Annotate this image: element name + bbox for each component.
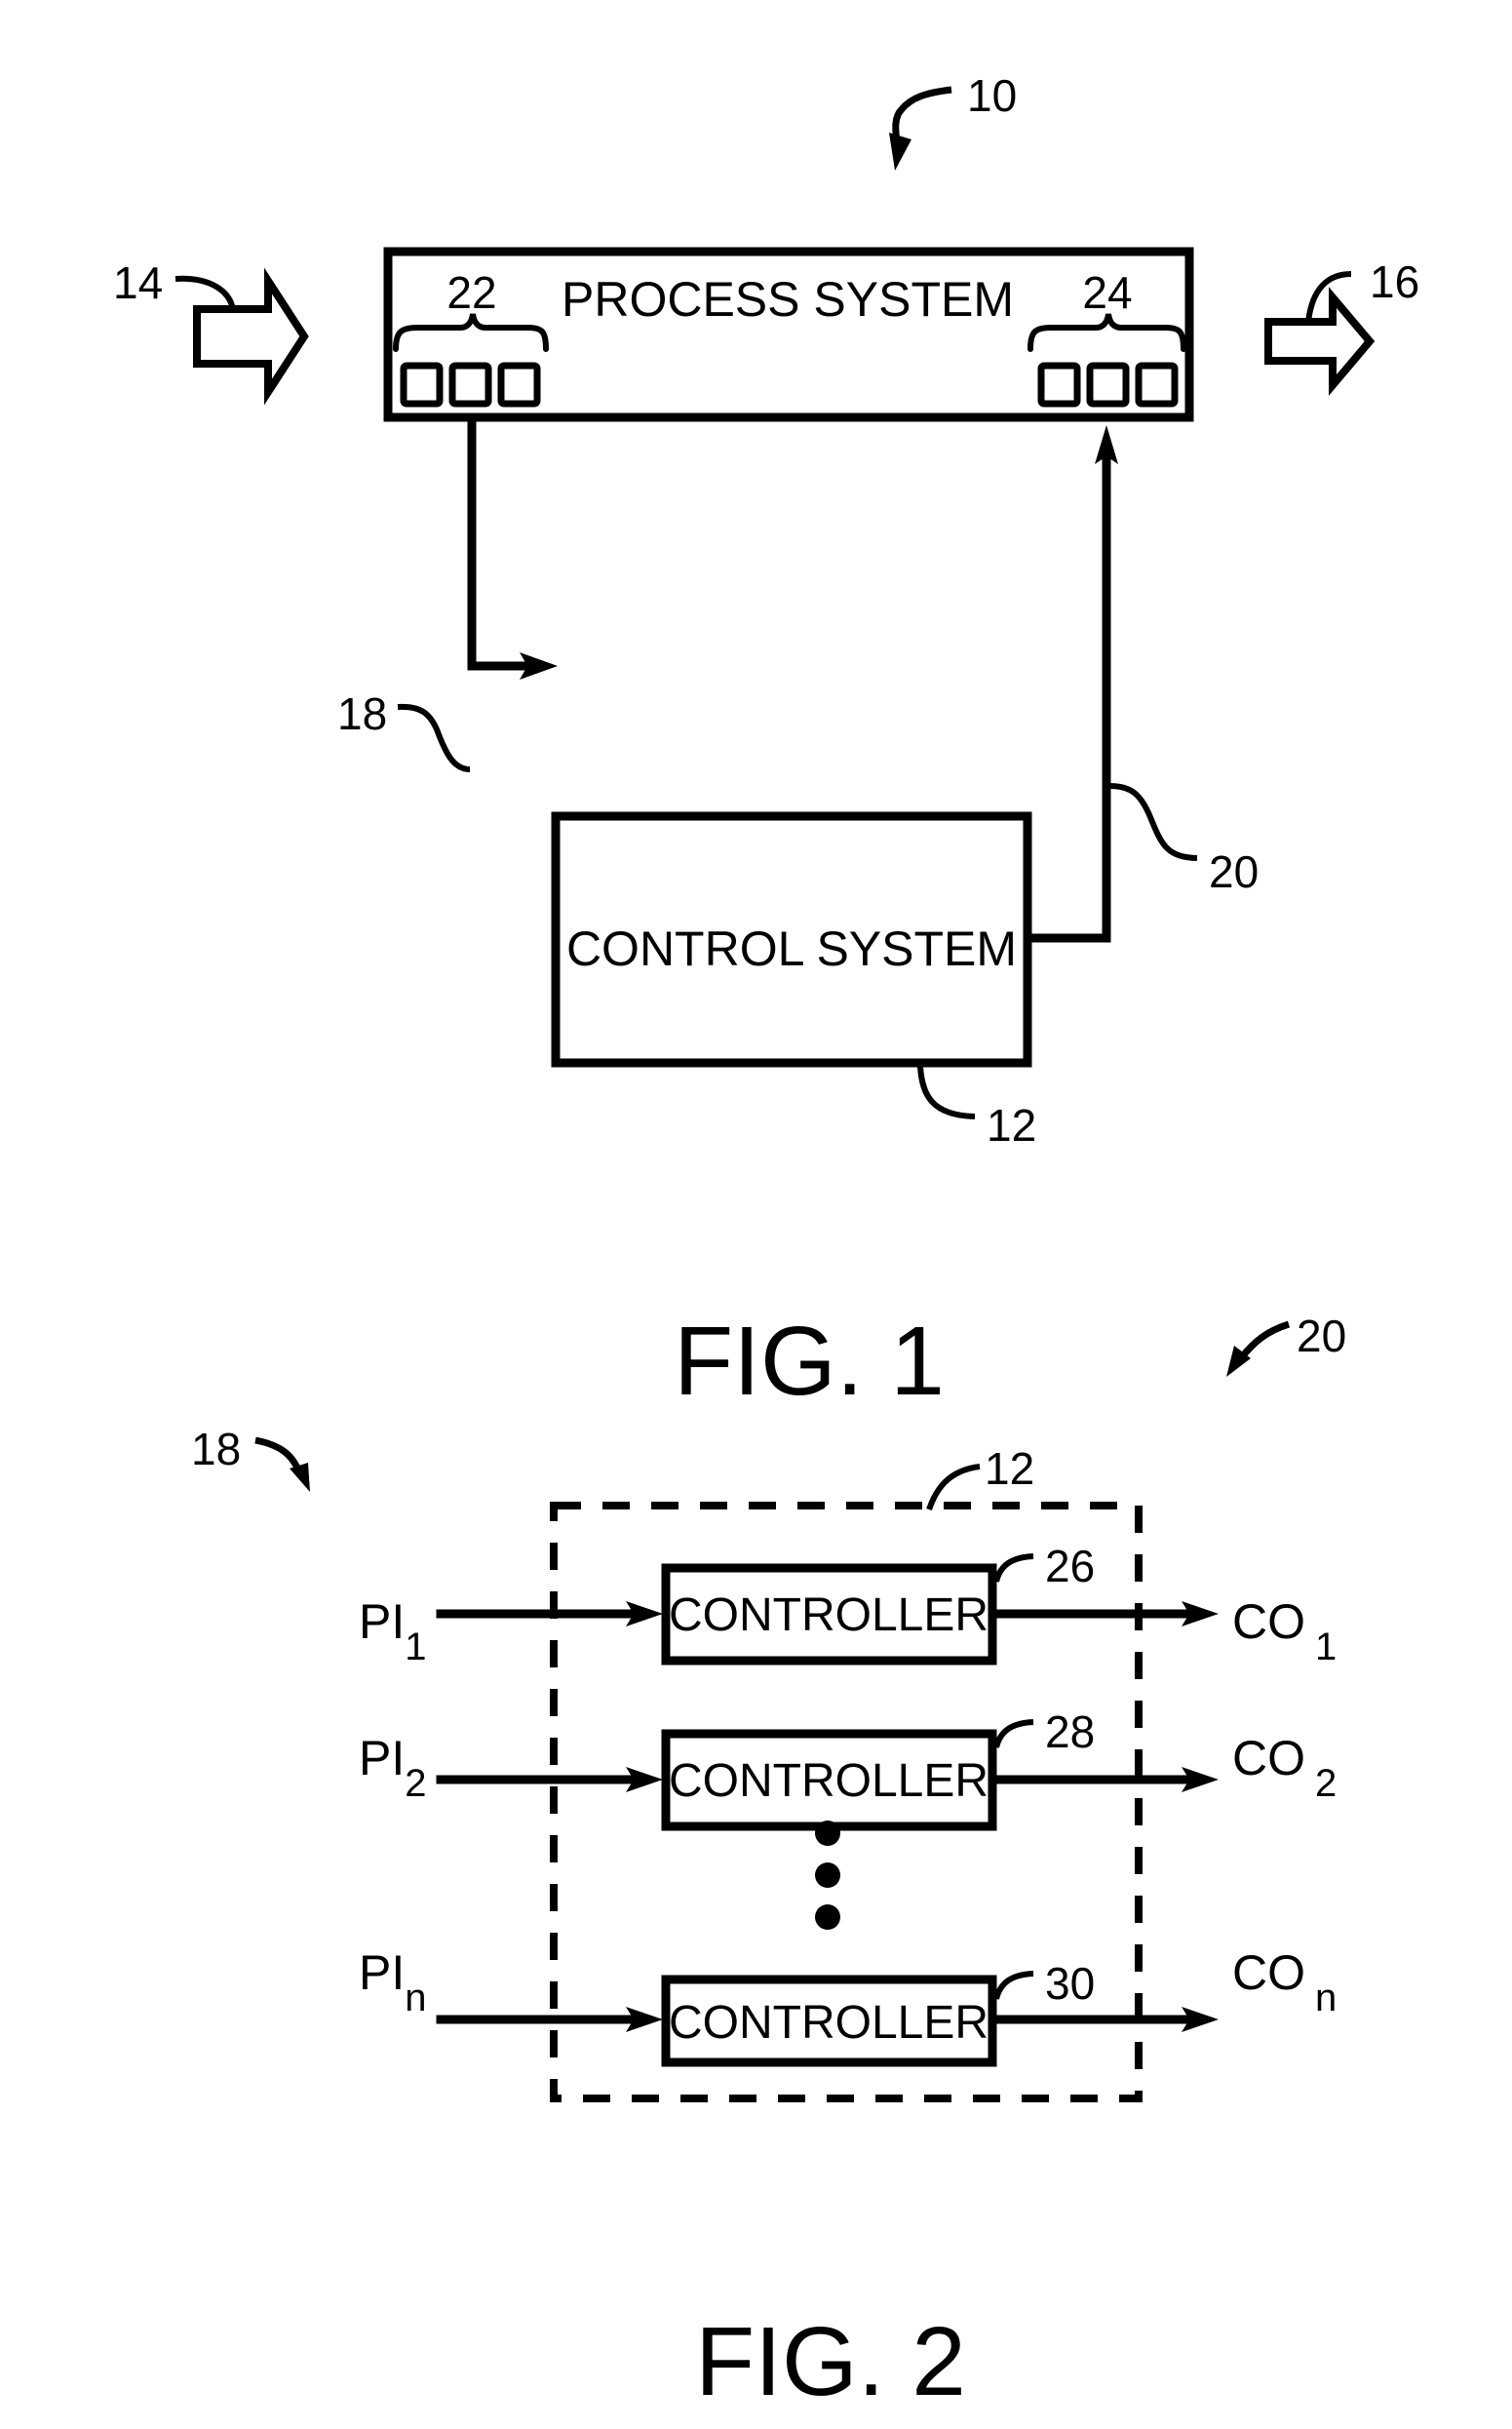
ref-number-18: 18	[191, 1424, 241, 1474]
actuator-square-icon	[1086, 362, 1130, 408]
sensor-square-icon	[448, 362, 492, 408]
input-subscript: n	[405, 1977, 426, 2019]
process-input-label: PI1	[359, 1594, 427, 1668]
input-name: PI	[359, 1731, 405, 1785]
controller-label: CONTROLLER	[669, 1997, 989, 2049]
ref-number-26: 26	[1045, 1541, 1095, 1591]
input-flow-arrow: 14	[113, 257, 309, 406]
ref-20-indicator: 20	[1226, 1311, 1346, 1377]
process-input-label: PI2	[359, 1731, 427, 1805]
controller-row: PIn CONTROLLER 30 CO n	[359, 1945, 1337, 2067]
control-system-box: CONTROL SYSTEM 12	[551, 811, 1036, 1151]
input-subscript: 1	[405, 1626, 426, 1668]
ref-10-indicator: 10	[889, 70, 1017, 171]
figure-1: 10 14 16 PROCESS SYSTEM 22 24 18 CONTROL…	[113, 70, 1419, 1416]
ref-number-20: 20	[1297, 1311, 1346, 1361]
output-subscript: 2	[1315, 1762, 1337, 1805]
patent-drawing-sheet: 10 14 16 PROCESS SYSTEM 22 24 18 CONTROL…	[113, 70, 1419, 2416]
ref-number-24: 24	[1082, 267, 1132, 318]
arrowhead-icon	[290, 1463, 310, 1492]
process-system-box: PROCESS SYSTEM 22 24	[383, 247, 1194, 422]
ref-number-12: 12	[985, 1443, 1034, 1494]
input-subscript: 2	[405, 1762, 426, 1805]
input-name: PI	[359, 1594, 405, 1649]
control-system-label: CONTROL SYSTEM	[566, 921, 1017, 976]
sensor-square-icon	[400, 362, 444, 408]
vertical-ellipsis-icon	[815, 1821, 840, 1930]
output-name: CO	[1232, 1945, 1305, 2000]
ref-number-12: 12	[987, 1100, 1036, 1151]
controller-row: PI1 CONTROLLER 26 CO 1	[359, 1541, 1337, 1668]
ref-number-30: 30	[1045, 1958, 1095, 2009]
ref-number-16: 16	[1370, 256, 1419, 307]
ref-number-18: 18	[337, 688, 387, 739]
controller-output-label: CO 1	[1232, 1594, 1337, 1668]
figure-1-caption: FIG. 1	[674, 1307, 945, 1416]
output-name: CO	[1232, 1731, 1305, 1785]
output-flow-arrow: 16	[1264, 256, 1419, 396]
controller-output-label: CO 2	[1232, 1731, 1337, 1805]
arrowhead-icon	[889, 133, 911, 171]
controller-label: CONTROLLER	[669, 1755, 989, 1807]
output-name: CO	[1232, 1594, 1305, 1649]
figure-2: 20 18 12 PI1 CONTROLLER 26 CO 1 PI2 CONT…	[191, 1311, 1346, 2416]
actuator-square-icon	[1037, 362, 1081, 408]
controller-outputs-signal: 20	[1027, 425, 1259, 943]
figure-2-caption: FIG. 2	[695, 2307, 966, 2416]
ref-number-10: 10	[967, 70, 1017, 121]
output-subscript: n	[1315, 1977, 1337, 2019]
ref-number-22: 22	[446, 267, 496, 318]
controller-output-label: CO n	[1232, 1945, 1337, 2019]
ref-number-14: 14	[113, 257, 163, 308]
actuator-square-icon	[1135, 362, 1179, 408]
block-arrow-right-icon	[193, 267, 309, 406]
controller-row: PI2 CONTROLLER 28 CO 2	[359, 1706, 1337, 1831]
process-inputs-signal: 18	[337, 416, 558, 772]
ref-number-20: 20	[1209, 846, 1259, 897]
output-subscript: 1	[1315, 1626, 1337, 1668]
block-arrow-right-icon	[1264, 287, 1376, 396]
input-name: PI	[359, 1945, 405, 2000]
ref-number-28: 28	[1045, 1706, 1095, 1757]
sensor-square-icon	[497, 362, 541, 408]
process-input-label: PIn	[359, 1945, 427, 2019]
process-system-label: PROCESS SYSTEM	[562, 272, 1014, 327]
controller-label: CONTROLLER	[669, 1589, 989, 1641]
ref-18-indicator: 18	[191, 1424, 310, 1492]
